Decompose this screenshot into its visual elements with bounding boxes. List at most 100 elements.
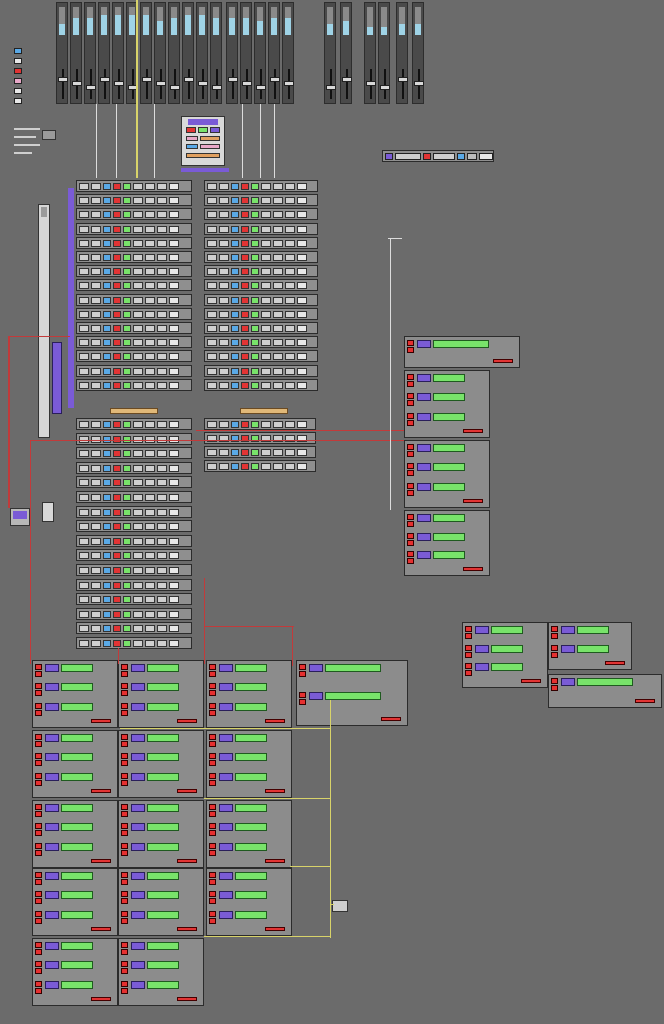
fader-icon[interactable] bbox=[156, 81, 166, 86]
matrix-cell[interactable] bbox=[103, 254, 111, 261]
matrix-cell[interactable] bbox=[219, 197, 229, 205]
matrix-cell[interactable] bbox=[285, 183, 295, 190]
matrix-cell[interactable] bbox=[133, 450, 143, 458]
matrix-cell[interactable] bbox=[251, 183, 259, 190]
matrix-cell[interactable] bbox=[113, 183, 121, 190]
matrix-cell[interactable] bbox=[241, 268, 249, 276]
channel-strip[interactable] bbox=[168, 2, 180, 104]
matrix-cell[interactable] bbox=[157, 353, 167, 361]
matrix-cell[interactable] bbox=[103, 183, 111, 190]
matrix-cell[interactable] bbox=[91, 353, 101, 361]
matrix-cell[interactable] bbox=[241, 367, 249, 375]
purple-module[interactable] bbox=[219, 891, 233, 900]
purple-module[interactable] bbox=[131, 891, 145, 900]
matrix-cell[interactable] bbox=[273, 296, 283, 304]
matrix-cell[interactable] bbox=[157, 625, 167, 633]
matrix-cell[interactable] bbox=[79, 567, 89, 574]
matrix-cell[interactable] bbox=[113, 464, 121, 472]
matrix-cell[interactable] bbox=[207, 353, 217, 361]
matrix-cell[interactable] bbox=[123, 523, 131, 531]
matrix-cell[interactable] bbox=[261, 211, 271, 219]
purple-module[interactable] bbox=[131, 753, 145, 762]
channel-strip[interactable] bbox=[254, 2, 266, 104]
matrix-cell[interactable] bbox=[207, 339, 217, 347]
matrix-cell[interactable] bbox=[91, 479, 101, 487]
purple-module[interactable] bbox=[45, 961, 59, 970]
matrix-cell[interactable] bbox=[273, 254, 283, 261]
matrix-cell[interactable] bbox=[251, 282, 259, 290]
matrix-cell[interactable] bbox=[145, 537, 155, 545]
matrix-cell[interactable] bbox=[113, 296, 121, 304]
matrix-cell[interactable] bbox=[133, 254, 143, 261]
matrix-cell[interactable] bbox=[297, 310, 307, 318]
matrix-cell[interactable] bbox=[297, 367, 307, 375]
matrix-cell[interactable] bbox=[145, 268, 155, 276]
purple-module[interactable] bbox=[45, 683, 59, 692]
matrix-cell[interactable] bbox=[91, 464, 101, 472]
matrix-cell[interactable] bbox=[113, 479, 121, 487]
purple-module[interactable] bbox=[45, 664, 59, 672]
matrix-cell[interactable] bbox=[207, 421, 217, 428]
matrix-cell[interactable] bbox=[133, 537, 143, 545]
matrix-cell[interactable] bbox=[285, 381, 295, 389]
channel-strip[interactable] bbox=[56, 2, 68, 104]
matrix-cell[interactable] bbox=[241, 421, 249, 428]
matrix-cell[interactable] bbox=[219, 239, 229, 247]
green-module[interactable] bbox=[235, 702, 267, 711]
purple-module[interactable] bbox=[417, 393, 431, 402]
green-module[interactable] bbox=[491, 644, 523, 653]
matrix-cell[interactable] bbox=[91, 450, 101, 458]
purple-module[interactable] bbox=[417, 551, 431, 560]
matrix-cell[interactable] bbox=[123, 268, 131, 276]
matrix-cell[interactable] bbox=[113, 225, 121, 233]
channel-strip[interactable] bbox=[412, 2, 424, 104]
purple-module[interactable] bbox=[561, 626, 575, 634]
matrix-cell[interactable] bbox=[297, 449, 307, 456]
matrix-row[interactable] bbox=[204, 293, 318, 306]
matrix-cell[interactable] bbox=[251, 463, 259, 470]
green-module[interactable] bbox=[433, 551, 465, 560]
matrix-cell[interactable] bbox=[145, 225, 155, 233]
purple-module[interactable] bbox=[45, 910, 59, 919]
matrix-cell[interactable] bbox=[251, 197, 259, 205]
purple-module[interactable] bbox=[45, 772, 59, 781]
matrix-cell[interactable] bbox=[113, 640, 121, 647]
matrix-cell[interactable] bbox=[145, 640, 155, 647]
matrix-cell[interactable] bbox=[273, 339, 283, 347]
matrix-cell[interactable] bbox=[157, 197, 167, 205]
matrix-cell[interactable] bbox=[113, 552, 121, 560]
matrix-cell[interactable] bbox=[273, 225, 283, 233]
matrix-row[interactable] bbox=[204, 222, 318, 235]
matrix-cell[interactable] bbox=[123, 339, 131, 347]
matrix-cell[interactable] bbox=[103, 310, 111, 318]
device-panel[interactable] bbox=[32, 800, 118, 868]
matrix-cell[interactable] bbox=[169, 381, 179, 389]
green-module[interactable] bbox=[235, 910, 267, 919]
purple-module[interactable] bbox=[219, 910, 233, 919]
matrix-cell[interactable] bbox=[251, 268, 259, 276]
purple-module[interactable] bbox=[45, 942, 59, 950]
matrix-cell[interactable] bbox=[297, 325, 307, 332]
matrix-row[interactable] bbox=[76, 447, 192, 460]
purple-module[interactable] bbox=[45, 872, 59, 880]
matrix-cell[interactable] bbox=[123, 625, 131, 633]
matrix-cell[interactable] bbox=[169, 567, 179, 574]
purple-module[interactable] bbox=[45, 804, 59, 812]
matrix-cell[interactable] bbox=[261, 310, 271, 318]
matrix-cell[interactable] bbox=[261, 197, 271, 205]
matrix-row[interactable] bbox=[76, 578, 192, 591]
matrix-cell[interactable] bbox=[261, 183, 271, 190]
matrix-cell[interactable] bbox=[157, 183, 167, 190]
matrix-cell[interactable] bbox=[241, 254, 249, 261]
matrix-cell[interactable] bbox=[133, 640, 143, 647]
green-module[interactable] bbox=[61, 804, 93, 812]
matrix-cell[interactable] bbox=[91, 640, 101, 647]
matrix-cell[interactable] bbox=[169, 310, 179, 318]
device-panel[interactable] bbox=[404, 510, 490, 576]
matrix-cell[interactable] bbox=[169, 508, 179, 516]
purple-module[interactable] bbox=[45, 753, 59, 762]
device-box[interactable] bbox=[332, 900, 348, 912]
matrix-cell[interactable] bbox=[113, 211, 121, 219]
matrix-cell[interactable] bbox=[145, 325, 155, 332]
matrix-cell[interactable] bbox=[241, 463, 249, 470]
